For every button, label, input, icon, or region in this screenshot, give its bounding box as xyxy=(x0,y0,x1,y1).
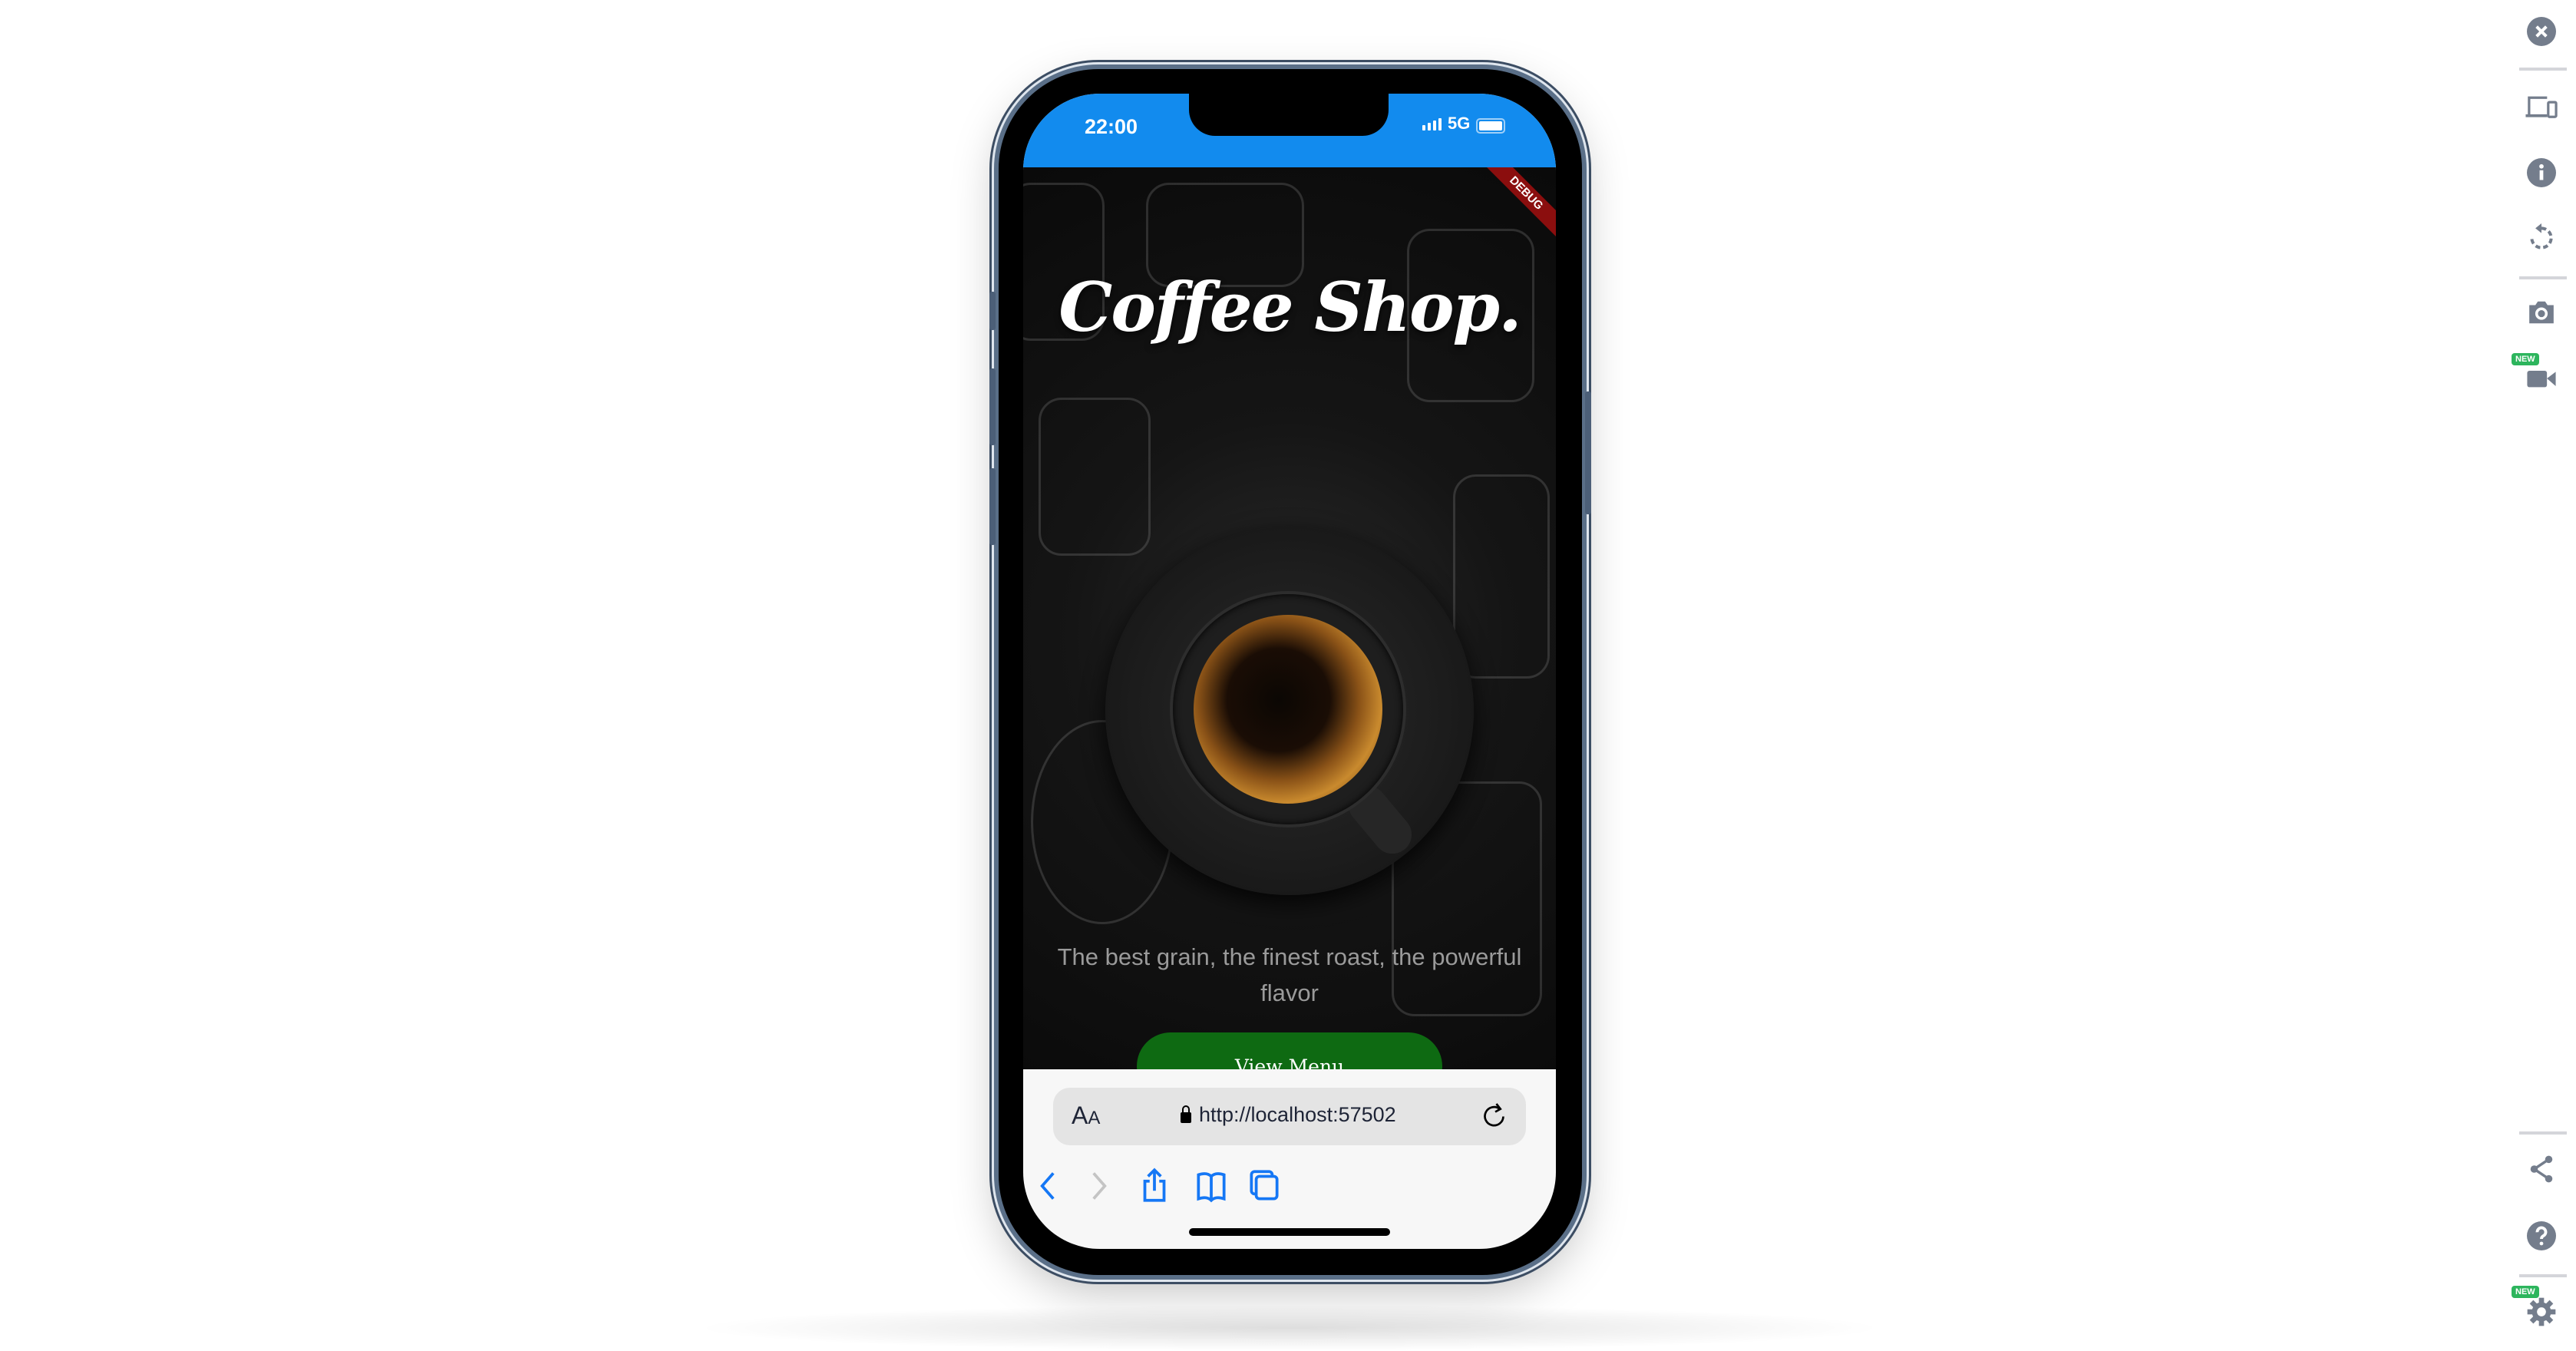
battery-icon xyxy=(1476,118,1505,134)
shadow xyxy=(691,1305,1888,1351)
share-icon[interactable] xyxy=(1135,1167,1174,1205)
rotate-icon xyxy=(2530,223,2553,249)
phone-screen: 22:00 5G DEBUG Coffee Shop. The best gra… xyxy=(1023,94,1556,1249)
volume-down-button xyxy=(989,468,996,545)
background-doodle xyxy=(1039,398,1151,556)
reload-icon[interactable] xyxy=(1481,1102,1509,1129)
new-badge: NEW xyxy=(2512,1286,2539,1298)
power-button xyxy=(1585,391,1591,514)
bookmarks-icon[interactable] xyxy=(1192,1167,1230,1205)
coffee-image xyxy=(1194,615,1382,804)
share-nodes-icon xyxy=(2530,1155,2553,1183)
dark-mode-button[interactable] xyxy=(2524,1075,2559,1110)
divider xyxy=(2519,1274,2567,1277)
help-icon xyxy=(2527,1221,2556,1250)
close-button[interactable] xyxy=(2524,14,2559,49)
back-icon[interactable] xyxy=(1029,1167,1068,1205)
notch xyxy=(1189,94,1389,136)
text-size-label: A xyxy=(1072,1102,1088,1129)
divider xyxy=(2519,276,2567,279)
text-size-button[interactable]: AA xyxy=(1072,1102,1100,1130)
info-button[interactable] xyxy=(2524,155,2559,190)
text-size-label-small: A xyxy=(1088,1108,1101,1128)
app-content: DEBUG Coffee Shop. The best grain, the f… xyxy=(1023,167,1556,1069)
screenshot-button[interactable] xyxy=(2524,295,2559,330)
lock-icon xyxy=(1181,1105,1191,1123)
video-camera-icon xyxy=(2527,371,2556,388)
app-title: Coffee Shop. xyxy=(1058,267,1521,347)
settings-button[interactable] xyxy=(2524,1294,2559,1330)
address-bar[interactable]: AA http://localhost:57502 xyxy=(1053,1088,1526,1145)
help-button[interactable] xyxy=(2524,1218,2559,1254)
home-indicator xyxy=(1189,1228,1390,1236)
divider xyxy=(2519,68,2567,71)
volume-up-button xyxy=(989,368,996,445)
tagline: The best grain, the finest roast, the po… xyxy=(1057,943,1522,1006)
phone-frame: 22:00 5G DEBUG Coffee Shop. The best gra… xyxy=(989,69,1591,1275)
moon-icon xyxy=(2530,1080,2548,1100)
camera-icon xyxy=(2529,301,2554,324)
close-icon xyxy=(2527,17,2556,46)
status-time: 22:00 xyxy=(1085,115,1138,138)
url-text: http://localhost:57502 xyxy=(1199,1103,1396,1126)
devices-icon xyxy=(2525,96,2558,118)
info-icon xyxy=(2527,158,2556,187)
background-doodle xyxy=(1453,474,1550,679)
forward-icon[interactable] xyxy=(1079,1167,1118,1205)
signal-icon xyxy=(1422,118,1442,130)
new-badge: NEW xyxy=(2512,353,2539,365)
rotate-button[interactable] xyxy=(2524,220,2559,256)
silent-switch xyxy=(989,292,996,330)
device-button[interactable] xyxy=(2524,89,2559,124)
record-button[interactable] xyxy=(2524,361,2559,396)
share-button[interactable] xyxy=(2524,1151,2559,1187)
divider xyxy=(2519,1131,2567,1135)
url-display[interactable]: http://localhost:57502 xyxy=(1181,1103,1396,1127)
view-menu-button[interactable]: View Menu xyxy=(1137,1032,1442,1069)
network-type: 5G xyxy=(1448,114,1471,133)
tabs-icon[interactable] xyxy=(1245,1167,1283,1205)
gear-icon xyxy=(2527,1297,2556,1326)
